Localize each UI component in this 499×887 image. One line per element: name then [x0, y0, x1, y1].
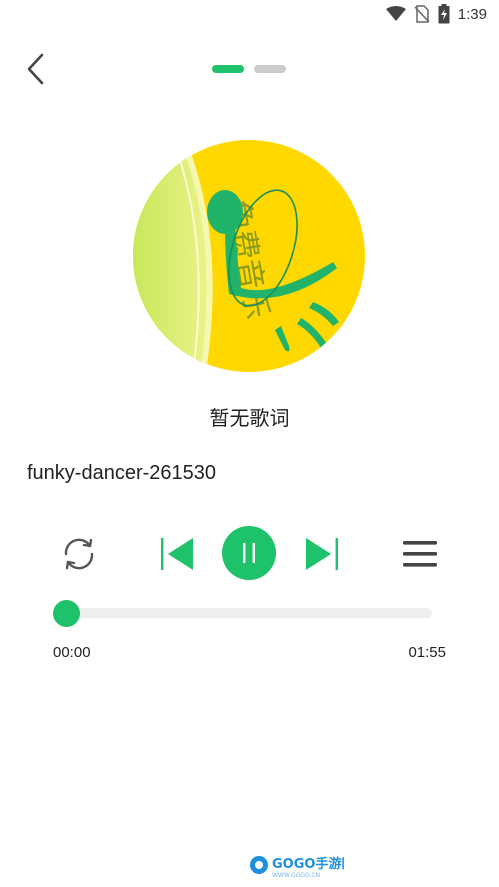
status-icons: 1:39: [385, 4, 487, 24]
wifi-icon: [385, 6, 406, 21]
repeat-icon: [64, 538, 94, 570]
repeat-button[interactable]: [59, 534, 99, 574]
status-bar: 1:39: [0, 0, 499, 28]
song-title: funky-dancer-261530: [27, 462, 217, 484]
skip-next-icon: [306, 538, 338, 570]
play-pause-button[interactable]: [222, 526, 276, 580]
total-time: 01:55: [408, 644, 446, 661]
album-art: 免费音乐: [133, 140, 365, 372]
page-indicator-active[interactable]: [212, 65, 244, 73]
watermark-brand: GOGO手游网: [272, 856, 344, 872]
pause-icon: [243, 543, 255, 563]
current-time: 00:00: [53, 644, 91, 661]
progress-track[interactable]: [54, 608, 432, 618]
next-track-button[interactable]: [303, 535, 341, 573]
progress-thumb[interactable]: [53, 600, 80, 627]
watermark-url: WWW.GOGO.CN: [272, 872, 320, 879]
lyrics-placeholder: 暂无歌词: [209, 408, 290, 430]
previous-track-button[interactable]: [158, 535, 196, 573]
page-indicator-inactive[interactable]: [254, 65, 286, 73]
chevron-left-icon: [27, 53, 44, 85]
no-sim-icon: [414, 5, 430, 23]
status-time: 1:39: [457, 5, 487, 23]
back-button[interactable]: [22, 52, 52, 86]
battery-charging-icon: [438, 4, 450, 24]
watermark-logo: GOGO手游网 WWW.GOGO.CN: [248, 853, 354, 879]
page-indicator: [212, 65, 286, 73]
music-note-logo: 免费音乐: [133, 140, 365, 372]
skip-previous-icon: [161, 538, 193, 570]
playlist-menu-icon: [403, 541, 437, 567]
playlist-button[interactable]: [401, 537, 439, 571]
